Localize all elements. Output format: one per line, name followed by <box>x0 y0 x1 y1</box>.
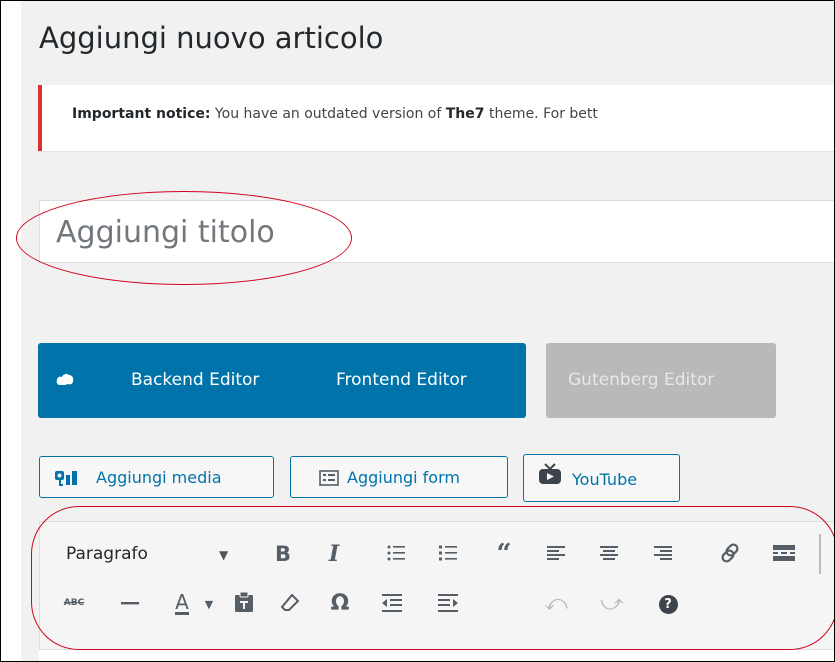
gutenberg-editor-label: Gutenberg Editor <box>568 370 715 390</box>
gutenberg-editor-button[interactable]: Gutenberg Editor <box>546 343 776 418</box>
italic-icon: I <box>328 541 340 567</box>
clipboard-icon <box>235 592 253 612</box>
help-icon: ? <box>658 594 678 614</box>
add-form-button[interactable]: Aggiungi form <box>290 456 508 498</box>
frontend-editor-button[interactable]: Frontend Editor <box>336 370 467 390</box>
toolbar-edge-divider <box>819 534 821 574</box>
bold-button[interactable]: B <box>268 539 298 569</box>
page-title: Aggiungi nuovo articolo <box>39 21 384 55</box>
decrease-indent-button[interactable] <box>377 588 407 618</box>
keyboard-shortcuts-help-button[interactable]: ? <box>653 589 683 619</box>
read-more-icon <box>773 545 795 561</box>
redo-icon: ⤻ <box>600 590 624 616</box>
numbered-list-icon <box>439 545 457 561</box>
horizontal-line-button[interactable] <box>115 588 145 618</box>
notice-prefix: Important notice: <box>72 106 211 122</box>
align-right-icon <box>654 546 672 560</box>
align-center-icon <box>600 546 618 560</box>
read-more-button[interactable] <box>769 538 799 568</box>
chevron-down-icon: ▼ <box>204 597 214 611</box>
add-form-label: Aggiungi form <box>347 468 460 487</box>
paragraph-format-select[interactable]: Paragrafo ▼ <box>64 538 244 574</box>
notice-theme-name: The7 <box>445 106 485 122</box>
youtube-tv-icon <box>539 463 561 484</box>
screenshot-frame: Aggiungi nuovo articolo Important notice… <box>0 0 835 662</box>
bulleted-list-icon <box>387 545 405 561</box>
horizontal-line-icon <box>121 602 139 605</box>
quote-icon: “ <box>496 539 512 569</box>
text-color-dropdown[interactable]: ▼ <box>201 589 217 619</box>
strikethrough-button[interactable]: ABC <box>59 588 89 618</box>
notice-body-1: You have an outdated version of <box>210 106 446 122</box>
form-icon <box>319 470 339 486</box>
increase-indent-button[interactable] <box>433 588 463 618</box>
link-icon <box>721 543 739 563</box>
add-media-button[interactable]: Aggiungi media <box>39 456 274 498</box>
paste-as-text-button[interactable] <box>229 587 259 617</box>
align-center-button[interactable] <box>594 538 624 568</box>
chevron-down-icon: ▼ <box>219 548 229 562</box>
insert-link-button[interactable] <box>715 538 745 568</box>
align-right-button[interactable] <box>648 538 678 568</box>
text-color-icon: A <box>175 589 189 615</box>
add-media-icon <box>55 471 77 486</box>
align-left-icon <box>547 546 565 560</box>
notice-body-2: theme. For bett <box>484 106 598 122</box>
omega-icon: Ω <box>330 590 350 616</box>
youtube-label: YouTube <box>572 470 638 489</box>
blockquote-button[interactable]: “ <box>489 539 519 569</box>
text-color-button[interactable]: A <box>167 588 197 618</box>
numbered-list-button[interactable] <box>433 538 463 568</box>
italic-button[interactable]: I <box>319 539 349 569</box>
outdent-icon <box>382 594 402 612</box>
admin-left-edge <box>1 1 21 661</box>
post-title-input[interactable]: Aggiungi titolo <box>39 200 834 263</box>
format-select-value: Paragrafo <box>66 544 148 564</box>
bold-icon: B <box>274 542 291 566</box>
undo-button[interactable]: ⤺ <box>541 588 571 618</box>
clear-formatting-button[interactable] <box>275 588 305 618</box>
undo-icon: ⤺ <box>544 590 568 616</box>
align-left-button[interactable] <box>541 538 571 568</box>
wpbakery-cloud-icon <box>56 373 74 385</box>
bulleted-list-button[interactable] <box>381 538 411 568</box>
add-media-label: Aggiungi media <box>96 468 222 487</box>
wpbakery-editor-switch: Backend Editor Frontend Editor <box>38 343 526 418</box>
redo-button[interactable]: ⤻ <box>597 588 627 618</box>
youtube-button[interactable]: YouTube <box>523 454 680 502</box>
strikethrough-icon: ABC <box>63 598 85 608</box>
eraser-icon <box>281 594 299 611</box>
special-character-button[interactable]: Ω <box>325 588 355 618</box>
backend-editor-button[interactable]: Backend Editor <box>131 370 259 390</box>
indent-icon <box>438 594 458 612</box>
editor-content-area[interactable] <box>39 649 834 661</box>
outdated-theme-notice: Important notice: You have an outdated v… <box>38 85 834 151</box>
notice-text: Important notice: You have an outdated v… <box>72 106 598 122</box>
